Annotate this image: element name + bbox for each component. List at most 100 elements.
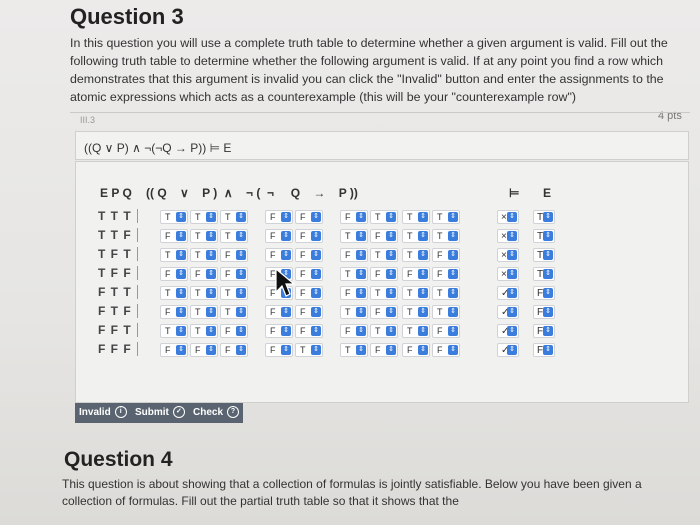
- conclusion-select[interactable]: F ⇕: [533, 324, 555, 338]
- truth-value-select[interactable]: T ⇕: [160, 324, 188, 338]
- truth-value-select[interactable]: T ⇕: [190, 286, 218, 300]
- truth-value-select[interactable]: F⇕: [265, 210, 293, 224]
- truth-value-select[interactable]: T ⇕: [402, 305, 430, 319]
- truth-value-select[interactable]: F⇕: [265, 324, 293, 338]
- conclusion-select[interactable]: F ⇕: [533, 343, 555, 357]
- truth-value: T: [225, 231, 231, 241]
- truth-value: T: [407, 288, 413, 298]
- truth-value-select[interactable]: F⇕: [190, 267, 218, 281]
- conclusion-select[interactable]: T ⇕: [533, 248, 555, 262]
- truth-value-select[interactable]: F⇕: [370, 305, 398, 319]
- truth-value-select[interactable]: F⇕: [340, 324, 368, 338]
- invalid-button[interactable]: Invalid i: [75, 403, 131, 423]
- truth-value-select[interactable]: T ⇕: [432, 229, 460, 243]
- truth-value-select[interactable]: T ⇕: [220, 286, 248, 300]
- dropdown-icon: ⇕: [418, 345, 428, 355]
- truth-value-select[interactable]: F⇕: [370, 343, 398, 357]
- conclusion-select[interactable]: T ⇕: [533, 267, 555, 281]
- truth-value-select[interactable]: T ⇕: [340, 343, 368, 357]
- entailment-select[interactable]: ✓ ⇕: [497, 343, 519, 357]
- truth-value-select[interactable]: T ⇕: [402, 324, 430, 338]
- entailment-select[interactable]: ✓ ⇕: [497, 324, 519, 338]
- truth-value-select[interactable]: F⇕: [160, 267, 188, 281]
- truth-value-select[interactable]: F⇕: [432, 343, 460, 357]
- truth-value-select[interactable]: F⇕: [295, 324, 323, 338]
- truth-value-select[interactable]: T ⇕: [160, 210, 188, 224]
- conclusion-select[interactable]: F ⇕: [533, 305, 555, 319]
- truth-value-select[interactable]: F⇕: [432, 324, 460, 338]
- truth-value-select[interactable]: F⇕: [432, 267, 460, 281]
- truth-value-select[interactable]: F⇕: [295, 210, 323, 224]
- truth-value-select[interactable]: F⇕: [402, 267, 430, 281]
- entailment-select[interactable]: × ⇕: [497, 210, 519, 224]
- truth-value-select[interactable]: T ⇕: [402, 286, 430, 300]
- truth-value-select[interactable]: T ⇕: [190, 210, 218, 224]
- truth-value-select[interactable]: F⇕: [340, 286, 368, 300]
- truth-value: F: [225, 269, 231, 279]
- truth-value-select[interactable]: F⇕: [295, 229, 323, 243]
- conclusion-select[interactable]: F ⇕: [533, 286, 555, 300]
- truth-value-select[interactable]: F⇕: [370, 267, 398, 281]
- truth-value-select[interactable]: T ⇕: [432, 210, 460, 224]
- truth-value-select[interactable]: T ⇕: [160, 248, 188, 262]
- dropdown-icon: ⇕: [507, 269, 517, 279]
- truth-value-select[interactable]: F⇕: [402, 343, 430, 357]
- truth-value-select[interactable]: F⇕: [370, 229, 398, 243]
- truth-value-select[interactable]: F⇕: [160, 229, 188, 243]
- truth-value-select[interactable]: T ⇕: [190, 229, 218, 243]
- truth-value-select[interactable]: T ⇕: [190, 305, 218, 319]
- truth-value-select[interactable]: F⇕: [160, 343, 188, 357]
- entailment-select[interactable]: × ⇕: [497, 248, 519, 262]
- conclusion-select[interactable]: T ⇕: [533, 229, 555, 243]
- truth-value-select[interactable]: F⇕: [265, 248, 293, 262]
- truth-value-select[interactable]: T ⇕: [370, 324, 398, 338]
- truth-value-select[interactable]: T ⇕: [220, 305, 248, 319]
- truth-value-select[interactable]: F⇕: [190, 343, 218, 357]
- dropdown-icon: ⇕: [543, 250, 553, 260]
- truth-value-select[interactable]: T ⇕: [402, 210, 430, 224]
- truth-value-select[interactable]: T ⇕: [402, 248, 430, 262]
- truth-value-select[interactable]: T ⇕: [340, 267, 368, 281]
- truth-value-select[interactable]: T ⇕: [160, 286, 188, 300]
- truth-value-select[interactable]: T ⇕: [340, 229, 368, 243]
- entailment-select[interactable]: × ⇕: [497, 267, 519, 281]
- submit-button[interactable]: Submit ✓: [131, 403, 189, 423]
- truth-value-select[interactable]: F⇕: [295, 248, 323, 262]
- dropdown-icon: ⇕: [386, 269, 396, 279]
- truth-value-select[interactable]: T ⇕: [190, 324, 218, 338]
- truth-value-select[interactable]: F⇕: [295, 286, 323, 300]
- truth-value-select[interactable]: F⇕: [432, 248, 460, 262]
- truth-value-select[interactable]: T ⇕: [370, 286, 398, 300]
- truth-value-select[interactable]: F⇕: [295, 305, 323, 319]
- truth-value-select[interactable]: F⇕: [220, 343, 248, 357]
- conclusion-select[interactable]: T ⇕: [533, 210, 555, 224]
- truth-value-select[interactable]: F⇕: [265, 343, 293, 357]
- truth-value-select[interactable]: F⇕: [220, 267, 248, 281]
- dropdown-icon: ⇕: [507, 288, 517, 298]
- truth-value-select[interactable]: F⇕: [160, 305, 188, 319]
- truth-value-select[interactable]: F⇕: [295, 267, 323, 281]
- truth-value: T: [195, 250, 201, 260]
- dropdown-icon: ⇕: [311, 307, 321, 317]
- truth-value-select[interactable]: T ⇕: [340, 305, 368, 319]
- truth-value-select[interactable]: T ⇕: [432, 305, 460, 319]
- entailment-select[interactable]: ✓ ⇕: [497, 305, 519, 319]
- truth-value-select[interactable]: T ⇕: [402, 229, 430, 243]
- truth-value-select[interactable]: F⇕: [220, 324, 248, 338]
- check-button[interactable]: Check?: [189, 403, 243, 423]
- truth-value-select[interactable]: F⇕: [220, 248, 248, 262]
- truth-value-select[interactable]: T ⇕: [190, 248, 218, 262]
- truth-value-select[interactable]: T ⇕: [220, 210, 248, 224]
- truth-value-select[interactable]: T ⇕: [370, 248, 398, 262]
- entailment-select[interactable]: × ⇕: [497, 229, 519, 243]
- truth-value-select[interactable]: T ⇕: [220, 229, 248, 243]
- truth-value-select[interactable]: T ⇕: [370, 210, 398, 224]
- truth-value-select[interactable]: F⇕: [265, 305, 293, 319]
- entailment-select[interactable]: ✓ ⇕: [497, 286, 519, 300]
- truth-value-select[interactable]: F⇕: [340, 210, 368, 224]
- truth-value: T: [165, 288, 171, 298]
- truth-value-select[interactable]: T ⇕: [295, 343, 323, 357]
- truth-value-select[interactable]: F⇕: [340, 248, 368, 262]
- truth-value-select[interactable]: T ⇕: [432, 286, 460, 300]
- truth-value-select[interactable]: F⇕: [265, 229, 293, 243]
